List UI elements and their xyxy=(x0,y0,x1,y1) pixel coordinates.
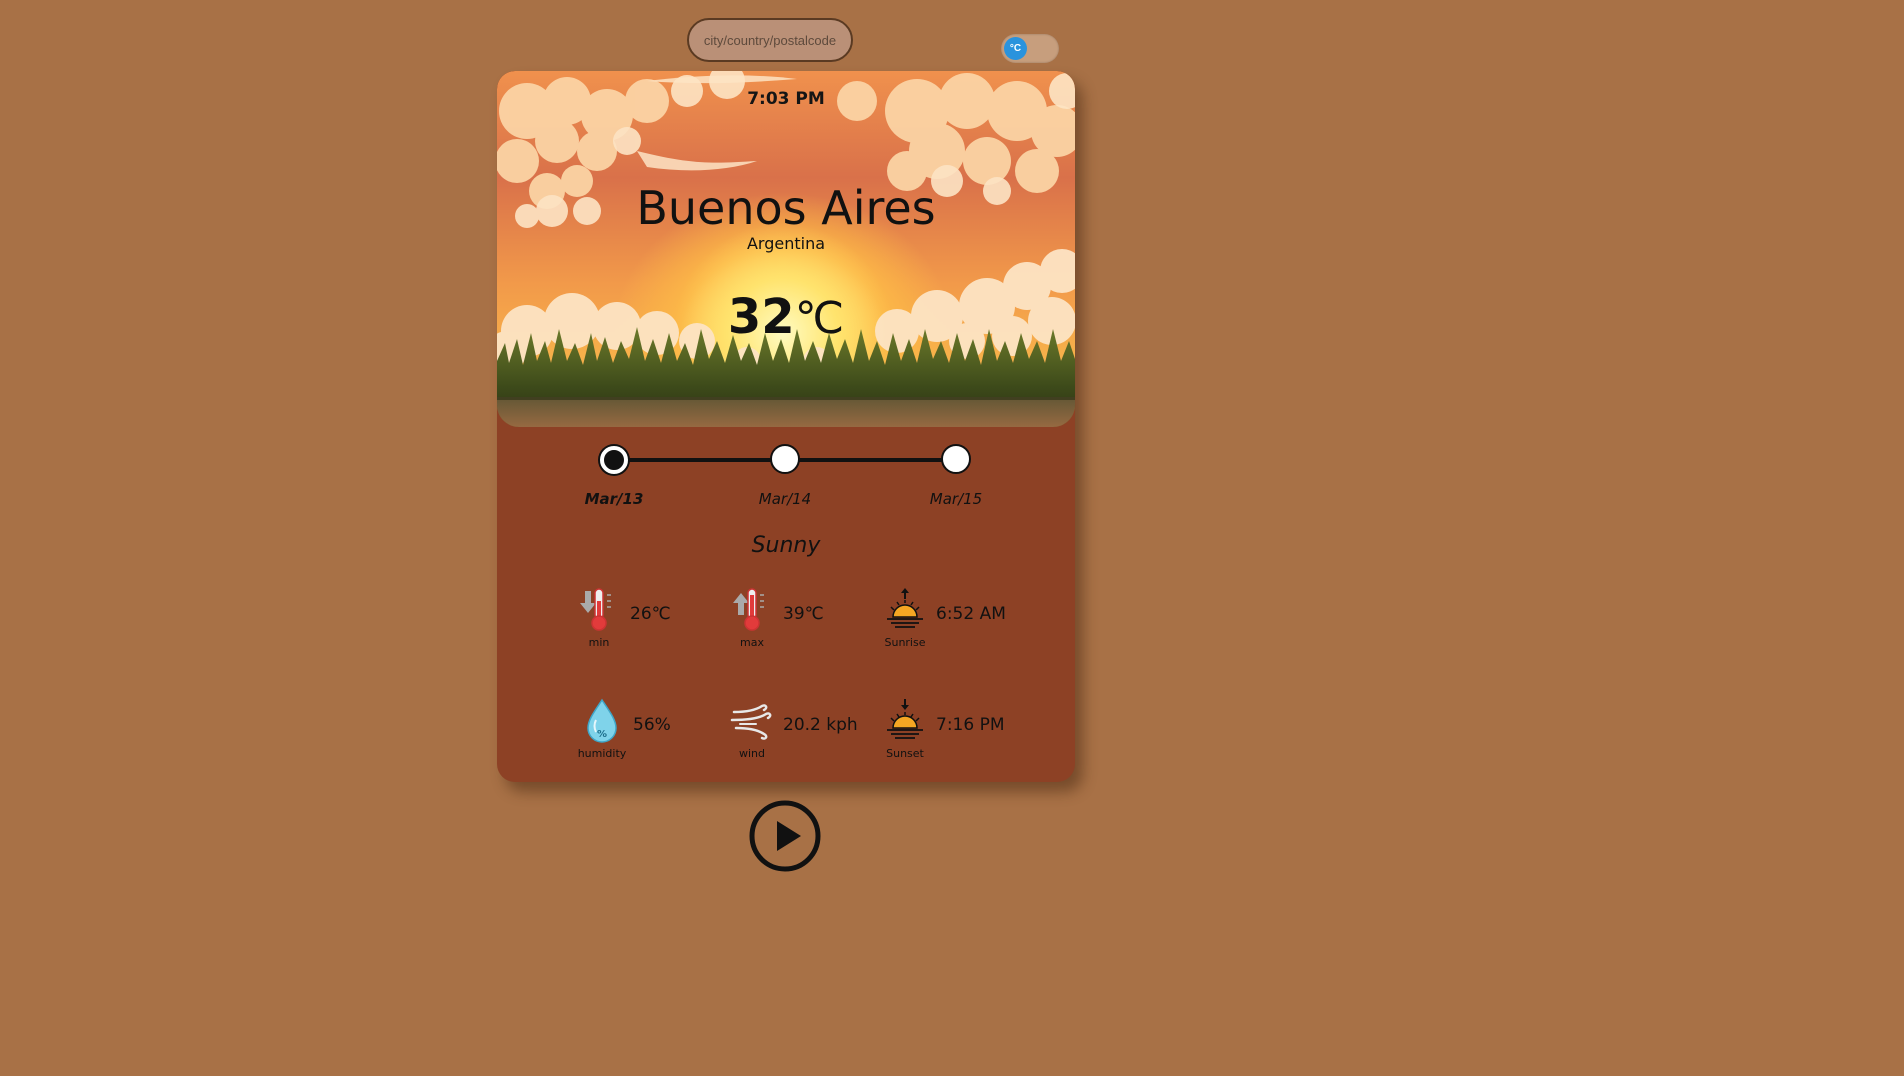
stat-max-temp: max 39℃ xyxy=(730,587,880,649)
sunrise-value: 6:52 AM xyxy=(936,604,1006,624)
sunset-label: Sunset xyxy=(886,747,924,760)
local-time: 7:03 PM xyxy=(747,89,825,109)
play-icon[interactable] xyxy=(748,799,822,873)
max-label: max xyxy=(740,636,764,649)
thermometer-down-icon xyxy=(580,588,611,631)
current-temperature: 32℃ xyxy=(497,289,1075,345)
timeline-date-day-3[interactable]: Mar/15 xyxy=(901,490,1011,508)
stat-humidity: % humidity 56% xyxy=(578,698,730,760)
humidity-label: humidity xyxy=(577,747,627,760)
city-name: Buenos Aires xyxy=(636,181,936,235)
timeline-date-day-2[interactable]: Mar/14 xyxy=(730,490,840,508)
wind-label: wind xyxy=(738,747,765,760)
wind-icon xyxy=(730,704,772,740)
hero-image: 7:03 PM Buenos Aires Argentina 32℃ xyxy=(497,71,1075,427)
search-input[interactable] xyxy=(687,18,853,62)
timeline-dot-day-2[interactable] xyxy=(770,444,800,474)
humidity-drop-icon: % xyxy=(587,698,617,743)
timeline-dot-day-1[interactable] xyxy=(600,446,628,474)
wind-value: 20.2 kph xyxy=(783,715,858,735)
country-name: Argentina xyxy=(746,234,826,253)
temperature-value: 32 xyxy=(727,289,795,345)
timeline-date-day-1[interactable]: Mar/13 xyxy=(559,490,669,508)
sunrise-label: Sunrise xyxy=(884,636,926,649)
min-value: 26℃ xyxy=(630,604,671,624)
temperature-unit: ℃ xyxy=(794,293,845,344)
weather-card: 7:03 PM Buenos Aires Argentina 32℃ Mar/1… xyxy=(497,71,1075,782)
max-value: 39℃ xyxy=(783,604,824,624)
sunset-icon xyxy=(887,699,923,739)
unit-toggle[interactable]: °C xyxy=(1001,34,1059,63)
timeline-dot-day-3[interactable] xyxy=(941,444,971,474)
weather-condition: Sunny xyxy=(751,533,821,558)
stat-sunset: Sunset 7:16 PM xyxy=(883,698,1033,760)
svg-text:%: % xyxy=(597,729,607,740)
unit-toggle-knob: °C xyxy=(1004,37,1027,60)
stat-min-temp: min 26℃ xyxy=(577,587,727,649)
stat-sunrise: Sunrise 6:52 AM xyxy=(883,587,1033,649)
app: °C xyxy=(0,0,1568,886)
thermometer-up-icon xyxy=(733,588,764,631)
min-label: min xyxy=(588,636,610,649)
sunrise-icon xyxy=(887,588,923,628)
humidity-value: 56% xyxy=(633,715,671,735)
stat-wind: wind 20.2 kph xyxy=(730,698,880,760)
sunset-value: 7:16 PM xyxy=(936,715,1005,735)
